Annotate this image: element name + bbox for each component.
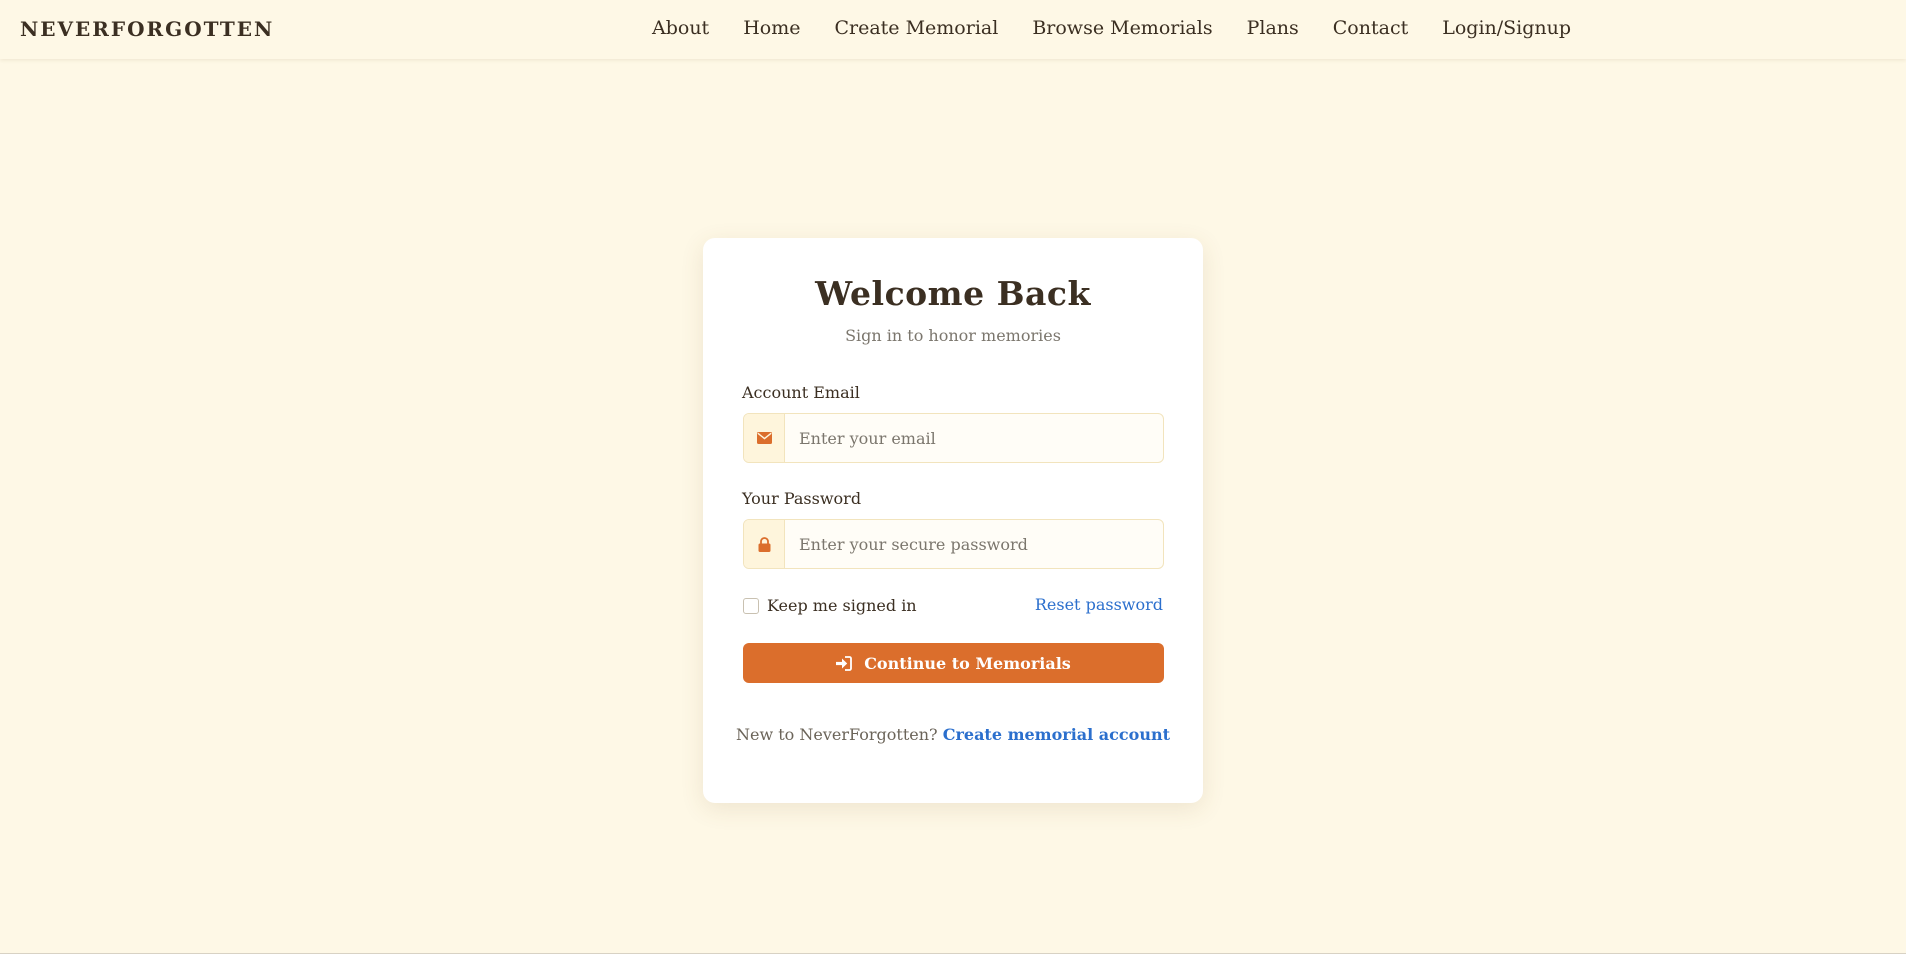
signup-row: New to NeverForgotten? Create memorial a… — [703, 725, 1203, 744]
continue-button-label: Continue to Memorials — [864, 653, 1071, 673]
remember-me-checkbox[interactable] — [743, 597, 759, 614]
nav-link-create-memorial[interactable]: Create Memorial — [834, 17, 998, 39]
top-navbar: NEVERFORGOTTEN About Home Create Memoria… — [0, 0, 1906, 59]
password-input[interactable] — [785, 520, 1163, 568]
password-input-group — [743, 519, 1164, 569]
nav-link-about[interactable]: About — [652, 17, 709, 39]
nav-link-browse-memorials[interactable]: Browse Memorials — [1032, 17, 1212, 39]
login-card: Welcome Back Sign in to honor memories A… — [703, 238, 1203, 803]
nav-link-plans[interactable]: Plans — [1247, 17, 1299, 39]
nav-links: About Home Create Memorial Browse Memori… — [652, 17, 1571, 39]
password-label: Your Password — [742, 489, 862, 508]
page-subtitle: Sign in to honor memories — [845, 326, 1061, 345]
nav-link-login-signup[interactable]: Login/Signup — [1442, 17, 1571, 39]
signup-prompt: New to NeverForgotten? — [736, 725, 938, 744]
continue-button[interactable]: Continue to Memorials — [743, 643, 1164, 683]
sign-in-icon — [836, 655, 853, 671]
brand-logo[interactable]: NEVERFORGOTTEN — [20, 17, 274, 41]
envelope-icon — [744, 414, 785, 462]
email-input[interactable] — [785, 414, 1163, 462]
nav-link-contact[interactable]: Contact — [1333, 17, 1408, 39]
lock-icon — [744, 520, 785, 568]
email-label: Account Email — [742, 383, 860, 402]
remember-me-row: Keep me signed in — [743, 596, 917, 615]
create-account-link[interactable]: Create memorial account — [943, 725, 1170, 744]
page-title: Welcome Back — [815, 274, 1091, 313]
email-input-group — [743, 413, 1164, 463]
remember-me-label[interactable]: Keep me signed in — [767, 596, 917, 615]
nav-link-home[interactable]: Home — [743, 17, 800, 39]
reset-password-link[interactable]: Reset password — [1035, 595, 1163, 614]
